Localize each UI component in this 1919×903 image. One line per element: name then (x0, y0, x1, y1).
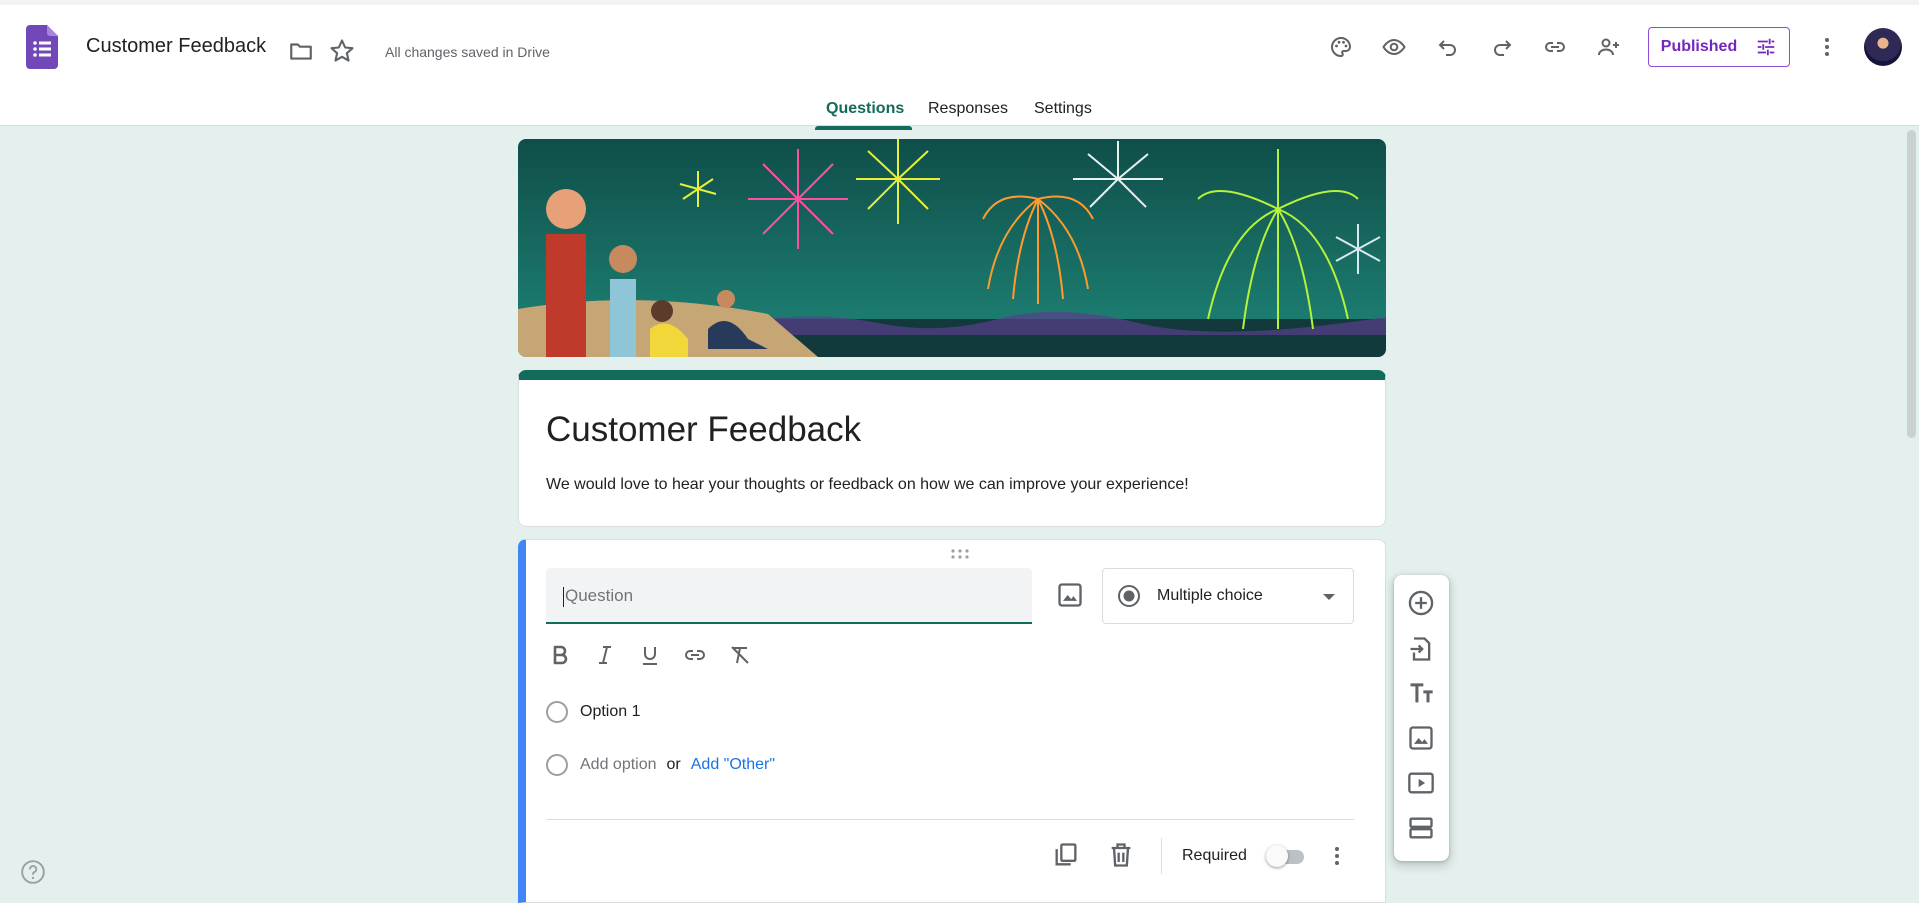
folder-icon[interactable] (288, 38, 314, 64)
required-toggle[interactable] (1266, 845, 1304, 867)
floating-side-toolbar (1394, 575, 1449, 861)
forms-logo-icon[interactable] (26, 25, 58, 69)
toggle-knob (1266, 845, 1288, 867)
question-more-icon[interactable] (1325, 842, 1349, 870)
scrollbar-thumb[interactable] (1907, 130, 1916, 438)
footer-separator (1161, 838, 1162, 874)
question-input[interactable]: Question (546, 568, 1032, 624)
required-label: Required (1182, 847, 1247, 864)
top-bar: Customer Feedback All changes saved in D… (0, 0, 1919, 130)
bold-icon[interactable] (548, 643, 572, 667)
add-section-icon[interactable] (1407, 814, 1435, 842)
italic-icon[interactable] (593, 643, 617, 667)
card-divider (546, 819, 1354, 820)
add-other-link[interactable]: Add "Other" (691, 756, 775, 774)
question-card[interactable]: Question Multiple choice Option 1 Add op… (518, 539, 1386, 903)
preview-icon[interactable] (1378, 31, 1410, 63)
form-title[interactable]: Customer Feedback (546, 410, 861, 450)
form-tabs: Questions Responses Settings (0, 93, 1919, 131)
underline-icon[interactable] (638, 643, 662, 667)
more-vert-icon[interactable] (1815, 33, 1839, 61)
duplicate-icon[interactable] (1052, 841, 1080, 869)
add-image-icon[interactable] (1056, 581, 1084, 609)
published-label: Published (1660, 38, 1738, 55)
account-avatar[interactable] (1864, 28, 1902, 66)
add-title-icon[interactable] (1407, 679, 1435, 707)
or-text: or (666, 756, 681, 773)
clear-formatting-icon[interactable] (728, 643, 752, 667)
tab-responses[interactable]: Responses (928, 100, 1008, 118)
form-title-card: Customer Feedback We would love to hear … (518, 370, 1386, 527)
help-icon[interactable] (20, 859, 46, 885)
palette-icon[interactable] (1325, 31, 1357, 63)
add-question-icon[interactable] (1407, 589, 1435, 617)
question-placeholder: Question (565, 586, 634, 605)
add-option-link[interactable]: Add option (580, 756, 657, 774)
text-cursor (563, 586, 564, 607)
tab-questions[interactable]: Questions (826, 100, 904, 118)
dropdown-arrow-icon (1323, 594, 1335, 600)
question-type-label: Multiple choice (1157, 587, 1263, 604)
published-button[interactable]: Published (1648, 27, 1790, 67)
add-collaborator-icon[interactable] (1593, 31, 1625, 63)
add-video-icon[interactable] (1407, 769, 1435, 797)
redo-icon[interactable] (1486, 31, 1518, 63)
undo-icon[interactable] (1432, 31, 1464, 63)
link-icon[interactable] (683, 643, 707, 667)
import-questions-icon[interactable] (1407, 635, 1435, 663)
option-label[interactable]: Option 1 (580, 703, 640, 721)
option-item: Option 1 (546, 701, 640, 723)
star-icon[interactable] (328, 37, 356, 65)
add-image-icon[interactable] (1407, 724, 1435, 752)
question-type-dropdown[interactable]: Multiple choice (1102, 568, 1354, 624)
option-radio-icon (546, 701, 568, 723)
option-radio-icon (546, 754, 568, 776)
header-banner-image (518, 139, 1386, 357)
document-title[interactable]: Customer Feedback (86, 35, 266, 58)
form-description[interactable]: We would love to hear your thoughts or f… (546, 476, 1189, 494)
tune-icon (1757, 38, 1775, 56)
formatting-toolbar (548, 643, 752, 667)
tab-settings[interactable]: Settings (1034, 100, 1092, 118)
drag-handle-icon[interactable] (950, 548, 970, 560)
active-tab-indicator (815, 126, 912, 130)
save-status: All changes saved in Drive (385, 44, 550, 60)
radio-button-checked-icon (1118, 585, 1140, 607)
link-icon[interactable] (1539, 31, 1571, 63)
add-option-row: Add option or Add "Other" (546, 754, 775, 776)
delete-icon[interactable] (1107, 841, 1135, 869)
fireworks-illustration (518, 139, 1386, 357)
